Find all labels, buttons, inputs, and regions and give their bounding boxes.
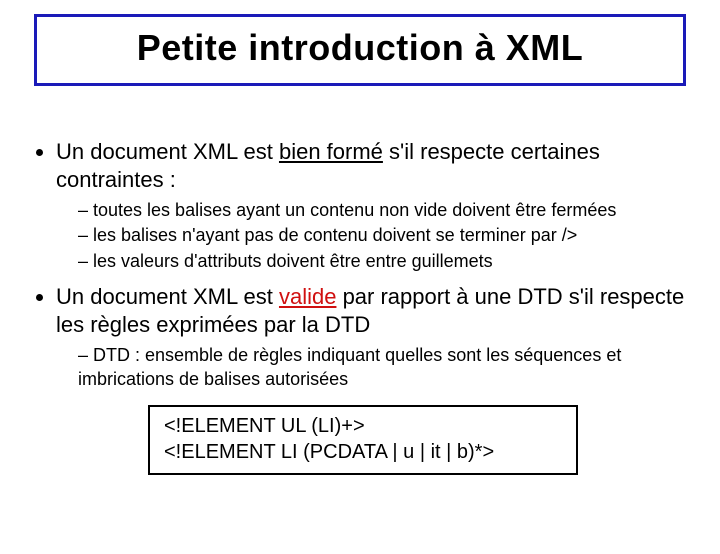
- text: Un document XML est: [56, 284, 279, 309]
- sub-list-1: toutes les balises ayant un contenu non …: [56, 199, 692, 273]
- sub-item: les valeurs d'attributs doivent être ent…: [78, 250, 692, 273]
- main-list: Un document XML est bien formé s'il resp…: [28, 138, 692, 391]
- underline-bien-forme: bien formé: [279, 139, 383, 164]
- sub-item: les balises n'ayant pas de contenu doive…: [78, 224, 692, 247]
- code-line: <!ELEMENT UL (LI)+>: [164, 413, 562, 439]
- slide-title: Petite introduction à XML: [37, 27, 683, 69]
- text: Un document XML est: [56, 139, 279, 164]
- dtd-code-box: <!ELEMENT UL (LI)+> <!ELEMENT LI (PCDATA…: [148, 405, 578, 475]
- underline-valide: valide: [279, 284, 336, 309]
- title-box: Petite introduction à XML: [34, 14, 686, 86]
- code-line: <!ELEMENT LI (PCDATA | u | it | b)*>: [164, 439, 562, 465]
- content-area: Un document XML est bien formé s'il resp…: [0, 86, 720, 475]
- bullet-bien-forme: Un document XML est bien formé s'il resp…: [56, 138, 692, 273]
- sub-item: toutes les balises ayant un contenu non …: [78, 199, 692, 222]
- bullet-valide: Un document XML est valide par rapport à…: [56, 283, 692, 391]
- sub-item: DTD : ensemble de règles indiquant quell…: [78, 344, 692, 391]
- sub-list-2: DTD : ensemble de règles indiquant quell…: [56, 344, 692, 391]
